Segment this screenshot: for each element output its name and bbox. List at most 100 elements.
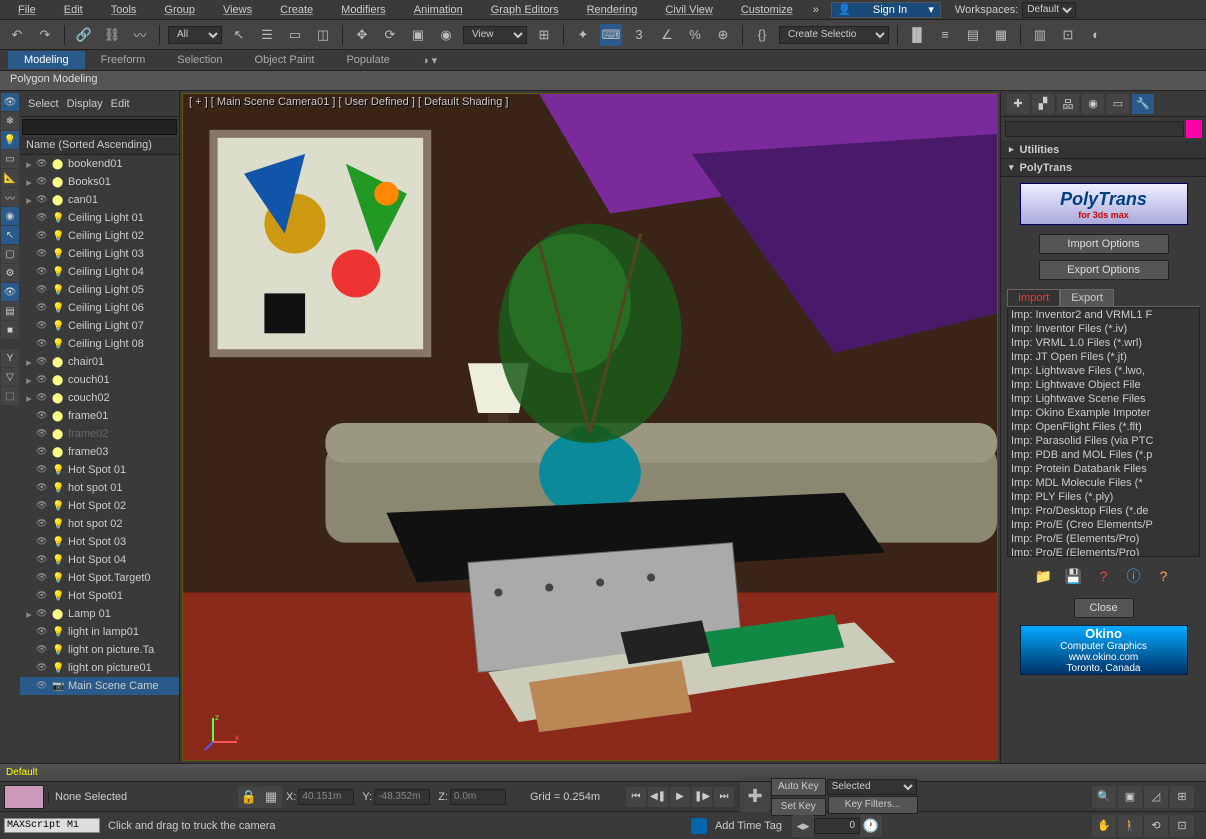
isolate-icon[interactable]: ▦ (260, 786, 282, 808)
scene-display-menu[interactable]: Display (67, 98, 103, 110)
tree-node[interactable]: 💡Ceiling Light 04 (20, 263, 179, 281)
menu-views[interactable]: Views (209, 2, 266, 18)
scale-button[interactable]: ▣ (407, 24, 429, 46)
tree-node[interactable]: ⬤frame02 (20, 425, 179, 443)
menu-civilview[interactable]: Civil View (651, 2, 726, 18)
material-editor-button[interactable]: ◐ (1085, 24, 1107, 46)
nav-zoomall-icon[interactable]: ▣ (1118, 786, 1142, 808)
snap-3d-button[interactable]: 3 (628, 24, 650, 46)
create-tab-icon[interactable]: ✚ (1007, 94, 1029, 114)
lt-light-icon[interactable]: 💡 (1, 131, 19, 149)
utilities-tab-icon[interactable]: 🔧 (1132, 94, 1154, 114)
y-input[interactable] (374, 789, 430, 805)
ribbon-tab-populate[interactable]: Populate (330, 51, 405, 69)
import-tab[interactable]: Import (1007, 289, 1060, 306)
ribbon-tab-selection[interactable]: Selection (161, 51, 238, 69)
scene-edit-menu[interactable]: Edit (111, 98, 130, 110)
align-button[interactable]: ≡ (934, 24, 956, 46)
lt-ruler-icon[interactable]: 📐 (1, 169, 19, 187)
menu-grapheditors[interactable]: Graph Editors (477, 2, 573, 18)
format-list-item[interactable]: Imp: OpenFlight Files (*.flt) (1008, 420, 1199, 434)
goto-end-icon[interactable]: ⏭ (714, 787, 734, 807)
pt-about-icon[interactable]: ? (1153, 565, 1175, 587)
format-list-item[interactable]: Imp: Parasolid Files (via PTC (1008, 434, 1199, 448)
maxscript-input[interactable] (4, 818, 100, 833)
lt-container-icon[interactable]: ⬚ (1, 387, 19, 405)
schematic-view-button[interactable]: ⊡ (1057, 24, 1079, 46)
undo-button[interactable]: ↶ (6, 24, 28, 46)
format-list-item[interactable]: Imp: PDB and MOL Files (*.p (1008, 448, 1199, 462)
tree-node[interactable]: 💡Ceiling Light 06 (20, 299, 179, 317)
bind-spacewarp-button[interactable]: 〰 (129, 24, 151, 46)
layer-explorer-button[interactable]: ▤ (962, 24, 984, 46)
key-filters-button[interactable]: Key Filters... (828, 796, 918, 814)
rollout-polytrans[interactable]: PolyTrans (1001, 159, 1206, 177)
tree-node[interactable]: 💡Ceiling Light 07 (20, 317, 179, 335)
menu-create[interactable]: Create (266, 2, 327, 18)
scene-tree[interactable]: ▸⬤bookend01▸⬤Books01▸⬤can01💡Ceiling Ligh… (20, 155, 179, 763)
export-tab[interactable]: Export (1060, 289, 1114, 306)
set-key-big-icon[interactable]: ✚ (740, 782, 770, 812)
angle-snap-button[interactable]: ∠ (656, 24, 678, 46)
lt-film-icon[interactable]: ▭ (1, 150, 19, 168)
color-swatch[interactable] (1186, 120, 1202, 138)
scene-search-input[interactable] (22, 119, 177, 135)
menu-file[interactable]: File (4, 2, 50, 18)
tree-node[interactable]: 💡hot spot 01 (20, 479, 179, 497)
sign-in-button[interactable]: 👤 Sign In ▾ (831, 2, 941, 18)
scene-select-menu[interactable]: Select (28, 98, 59, 110)
close-button[interactable]: Close (1074, 598, 1134, 618)
lt-wave-icon[interactable]: 〰 (1, 188, 19, 206)
lt-box-icon[interactable]: ▢ (1, 245, 19, 263)
play-icon[interactable]: ▶ (670, 787, 690, 807)
format-list-item[interactable]: Imp: Lightwave Files (*.lwo, (1008, 364, 1199, 378)
workspaces-dropdown[interactable]: Default (1022, 2, 1076, 18)
tree-node[interactable]: ▸⬤Lamp 01 (20, 605, 179, 623)
nav-maximize-icon[interactable]: ⊡ (1170, 815, 1194, 837)
tree-node[interactable]: 💡Hot Spot 01 (20, 461, 179, 479)
nav-zoom-icon[interactable]: 🔍 (1092, 786, 1116, 808)
export-options-button[interactable]: Export Options (1039, 260, 1169, 280)
nav-zoomext-icon[interactable]: ⊞ (1170, 786, 1194, 808)
tree-node[interactable]: ▸⬤couch02 (20, 389, 179, 407)
rotate-button[interactable]: ⟳ (379, 24, 401, 46)
select-manipulate-button[interactable]: ✦ (572, 24, 594, 46)
menu-edit[interactable]: Edit (50, 2, 97, 18)
format-list-item[interactable]: Imp: Lightwave Object File (1008, 378, 1199, 392)
color-swatch-status[interactable] (4, 785, 44, 809)
tree-node[interactable]: 💡Ceiling Light 03 (20, 245, 179, 263)
format-list-item[interactable]: Imp: Protein Databank Files (1008, 462, 1199, 476)
key-mode-icon[interactable]: ◂▸ (792, 815, 814, 837)
format-list-item[interactable]: Imp: Okino Example Impoter (1008, 406, 1199, 420)
ribbon-dropdown-icon[interactable]: ◑ ▾ (406, 51, 453, 70)
polytrans-format-list[interactable]: Imp: Inventor2 and VRML1 FImp: Inventor … (1007, 307, 1200, 557)
next-frame-icon[interactable]: ❚▶ (692, 787, 712, 807)
pt-save-icon[interactable]: 💾 (1063, 565, 1085, 587)
lt-snow-icon[interactable]: ❄ (1, 112, 19, 130)
time-config-icon[interactable]: 🕐 (860, 815, 882, 837)
select-by-name-button[interactable]: ☰ (256, 24, 278, 46)
modify-tab-icon[interactable]: ▞ (1032, 94, 1054, 114)
tree-node[interactable]: ▸⬤Books01 (20, 173, 179, 191)
pt-help-icon[interactable]: ? (1093, 565, 1115, 587)
ref-coord-dropdown[interactable]: View (463, 26, 527, 44)
lt-funnel-icon[interactable]: ▽ (1, 368, 19, 386)
tree-node[interactable]: 💡Ceiling Light 08 (20, 335, 179, 353)
set-key-button[interactable]: Set Key (771, 798, 826, 816)
command-search-input[interactable] (1005, 121, 1184, 137)
format-list-item[interactable]: Imp: VRML 1.0 Files (*.wrl) (1008, 336, 1199, 350)
key-filter-dropdown[interactable]: Selected (827, 779, 917, 795)
mirror-button[interactable]: ▐▌ (906, 24, 928, 46)
timeline-bar[interactable]: Default (0, 763, 1206, 781)
select-object-button[interactable]: ↖ (228, 24, 250, 46)
lock-selection-icon[interactable]: 🔒 (238, 786, 260, 808)
menu-rendering[interactable]: Rendering (573, 2, 652, 18)
format-list-item[interactable]: Imp: Pro/E (Elements/Pro) (1008, 546, 1199, 557)
tree-node[interactable]: 💡Ceiling Light 02 (20, 227, 179, 245)
add-time-tag-label[interactable]: Add Time Tag (715, 820, 782, 832)
auto-key-button[interactable]: Auto Key (771, 778, 826, 796)
nav-fov-icon[interactable]: ◿ (1144, 786, 1168, 808)
rollout-utilities[interactable]: Utilities (1001, 141, 1206, 159)
redo-button[interactable]: ↷ (34, 24, 56, 46)
pivot-center-button[interactable]: ⊞ (533, 24, 555, 46)
